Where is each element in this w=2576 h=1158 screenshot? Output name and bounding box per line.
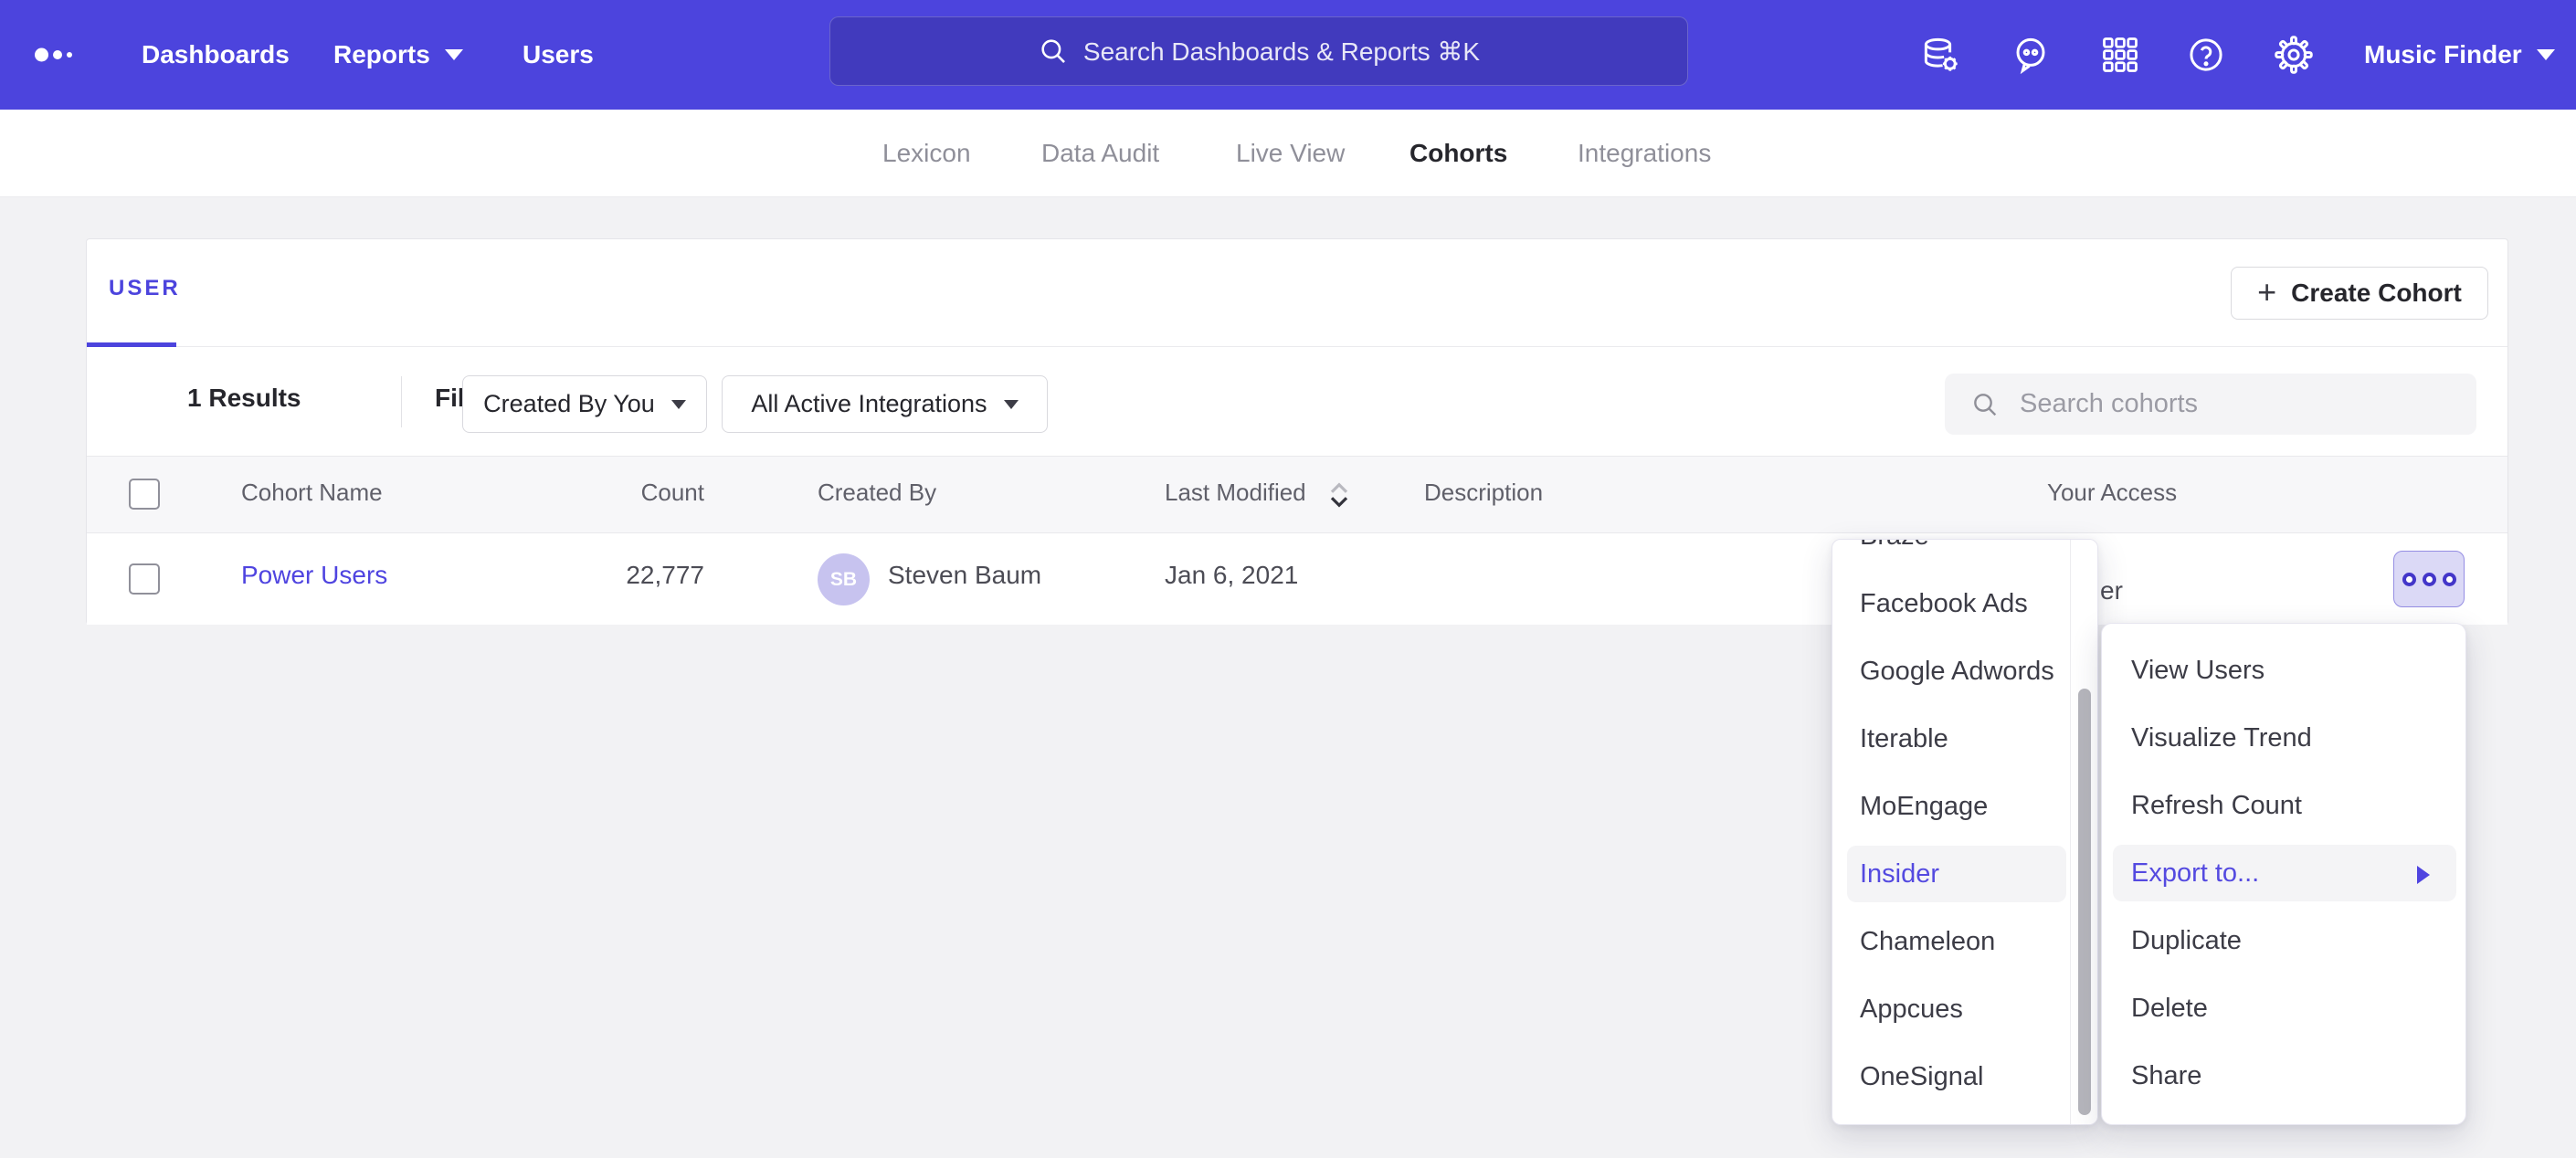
submenu-arrow-icon (2417, 866, 2430, 884)
export-target-braze[interactable]: Braze (1832, 539, 2097, 570)
nav-item-label: Users (523, 40, 594, 69)
tab-integrations[interactable]: Integrations (1578, 110, 1711, 197)
export-target-insider[interactable]: Insider (1832, 840, 2097, 908)
row-checkbox[interactable] (129, 563, 160, 595)
dot-icon (2402, 573, 2416, 586)
dot-icon (2423, 573, 2436, 586)
create-cohort-label: Create Cohort (2291, 279, 2462, 308)
chevron-down-icon (671, 400, 686, 409)
col-created-by[interactable]: Created By (818, 479, 936, 507)
export-target-iterable[interactable]: Iterable (1832, 705, 2097, 773)
export-target-appcues[interactable]: Appcues (1832, 975, 2097, 1043)
create-cohort-button[interactable]: + Create Cohort (2231, 267, 2488, 320)
tab-label: Data Audit (1041, 139, 1159, 168)
last-modified-value: Jan 6, 2021 (1165, 561, 1298, 590)
dropdown-value: All Active Integrations (751, 390, 987, 418)
logo-dot-medium (53, 50, 62, 59)
sort-desc-icon[interactable] (1327, 480, 1351, 510)
export-target-google-adwords[interactable]: Google Adwords (1832, 637, 2097, 705)
export-target-facebook-ads[interactable]: Facebook Ads (1832, 570, 2097, 637)
export-target-onesignal[interactable]: OneSignal (1832, 1043, 2097, 1111)
tab-data-audit[interactable]: Data Audit (1041, 110, 1159, 197)
nav-item-label: Reports (333, 40, 430, 69)
export-target-chameleon[interactable]: Chameleon (1832, 908, 2097, 975)
divider (401, 376, 402, 427)
nav-item-label: Dashboards (142, 40, 290, 69)
project-name: Music Finder (2364, 40, 2522, 69)
section-tab-bar: Lexicon Data Audit Live View Cohorts Int… (0, 110, 2576, 197)
nav-item-reports[interactable]: Reports (333, 0, 463, 110)
integrations-filter-dropdown[interactable]: All Active Integrations (722, 375, 1048, 433)
select-all-checkbox[interactable] (129, 479, 160, 510)
col-description[interactable]: Description (1424, 479, 1543, 507)
dot-icon (2443, 573, 2456, 586)
feedback-icon[interactable] (2011, 36, 2050, 74)
user-tab-underline (87, 342, 176, 347)
table-row[interactable]: Power Users 22,777 SB Steven Baum Jan 6,… (87, 533, 2507, 625)
tab-cohorts[interactable]: Cohorts (1409, 110, 1507, 197)
menu-item-delete[interactable]: Delete (2102, 974, 2465, 1042)
menu-item-duplicate[interactable]: Duplicate (2102, 907, 2465, 974)
global-search-input[interactable]: Search Dashboards & Reports ⌘K (829, 16, 1688, 86)
tab-lexicon[interactable]: Lexicon (882, 110, 971, 197)
col-last-modified[interactable]: Last Modified (1165, 479, 1306, 507)
submenu-scrollbar-thumb[interactable] (2078, 689, 2091, 1115)
cohort-name-link[interactable]: Power Users (241, 561, 387, 590)
created-by-value: Steven Baum (888, 561, 1041, 590)
cohorts-panel: USER + Create Cohort 1 Results Filter by… (86, 238, 2508, 625)
col-cohort-name[interactable]: Cohort Name (241, 479, 383, 507)
avatar: SB (818, 553, 870, 605)
logo-dot-small (67, 52, 72, 58)
tab-live-view[interactable]: Live View (1236, 110, 1345, 197)
created-by-filter-dropdown[interactable]: Created By You (462, 375, 707, 433)
cohort-type-tabs: USER + Create Cohort (87, 239, 2507, 347)
plus-icon: + (2257, 276, 2276, 309)
chevron-down-icon (2537, 49, 2555, 60)
col-your-access[interactable]: Your Access (2047, 479, 2177, 507)
results-count: 1 Results (187, 384, 301, 413)
tab-user[interactable]: USER (109, 276, 181, 301)
top-nav-bar: Dashboards Reports Users Search Dashboar… (0, 0, 2576, 110)
tab-label: Live View (1236, 139, 1345, 168)
search-icon (1970, 390, 2000, 419)
data-management-icon[interactable] (1922, 36, 1960, 74)
logo-dot-large (35, 48, 48, 62)
export-target-moengage[interactable]: MoEngage (1832, 773, 2097, 840)
menu-item-refresh-count[interactable]: Refresh Count (2102, 772, 2465, 839)
nav-item-dashboards[interactable]: Dashboards (142, 0, 290, 110)
menu-item-export-to[interactable]: Export to... (2102, 839, 2465, 907)
submenu-scrollbar-track (2070, 540, 2097, 1124)
row-actions-button[interactable] (2393, 551, 2465, 607)
export-submenu: Braze Facebook Ads Google Adwords Iterab… (1832, 539, 2098, 1125)
your-access-value-fragment: er (2100, 576, 2123, 605)
search-icon (1038, 36, 1069, 67)
cohorts-page: Dashboards Reports Users Search Dashboar… (0, 0, 2576, 1158)
tab-label: Lexicon (882, 139, 971, 168)
avatar-initials: SB (830, 569, 857, 591)
tab-label: Cohorts (1409, 139, 1507, 168)
help-icon[interactable] (2187, 36, 2225, 74)
search-cohorts-placeholder: Search cohorts (2020, 389, 2198, 419)
chevron-down-icon (1004, 400, 1019, 409)
dropdown-value: Created By You (483, 390, 655, 418)
chevron-down-icon (445, 49, 463, 60)
col-count[interactable]: Count (522, 479, 704, 507)
search-cohorts-input[interactable]: Search cohorts (1945, 374, 2476, 435)
settings-icon[interactable] (2275, 36, 2313, 74)
cohort-count: 22,777 (522, 561, 704, 590)
project-switcher[interactable]: Music Finder (2364, 0, 2555, 110)
table-header-row: Cohort Name Count Created By Last Modifi… (87, 456, 2507, 533)
apps-grid-icon[interactable] (2101, 36, 2139, 74)
tab-label: Integrations (1578, 139, 1711, 168)
menu-item-visualize-trend[interactable]: Visualize Trend (2102, 704, 2465, 772)
row-actions-menu: View Users Visualize Trend Refresh Count… (2101, 623, 2466, 1125)
menu-item-view-users[interactable]: View Users (2102, 637, 2465, 704)
global-search-placeholder: Search Dashboards & Reports ⌘K (1083, 37, 1480, 67)
nav-item-users[interactable]: Users (523, 0, 594, 110)
menu-item-share[interactable]: Share (2102, 1042, 2465, 1110)
